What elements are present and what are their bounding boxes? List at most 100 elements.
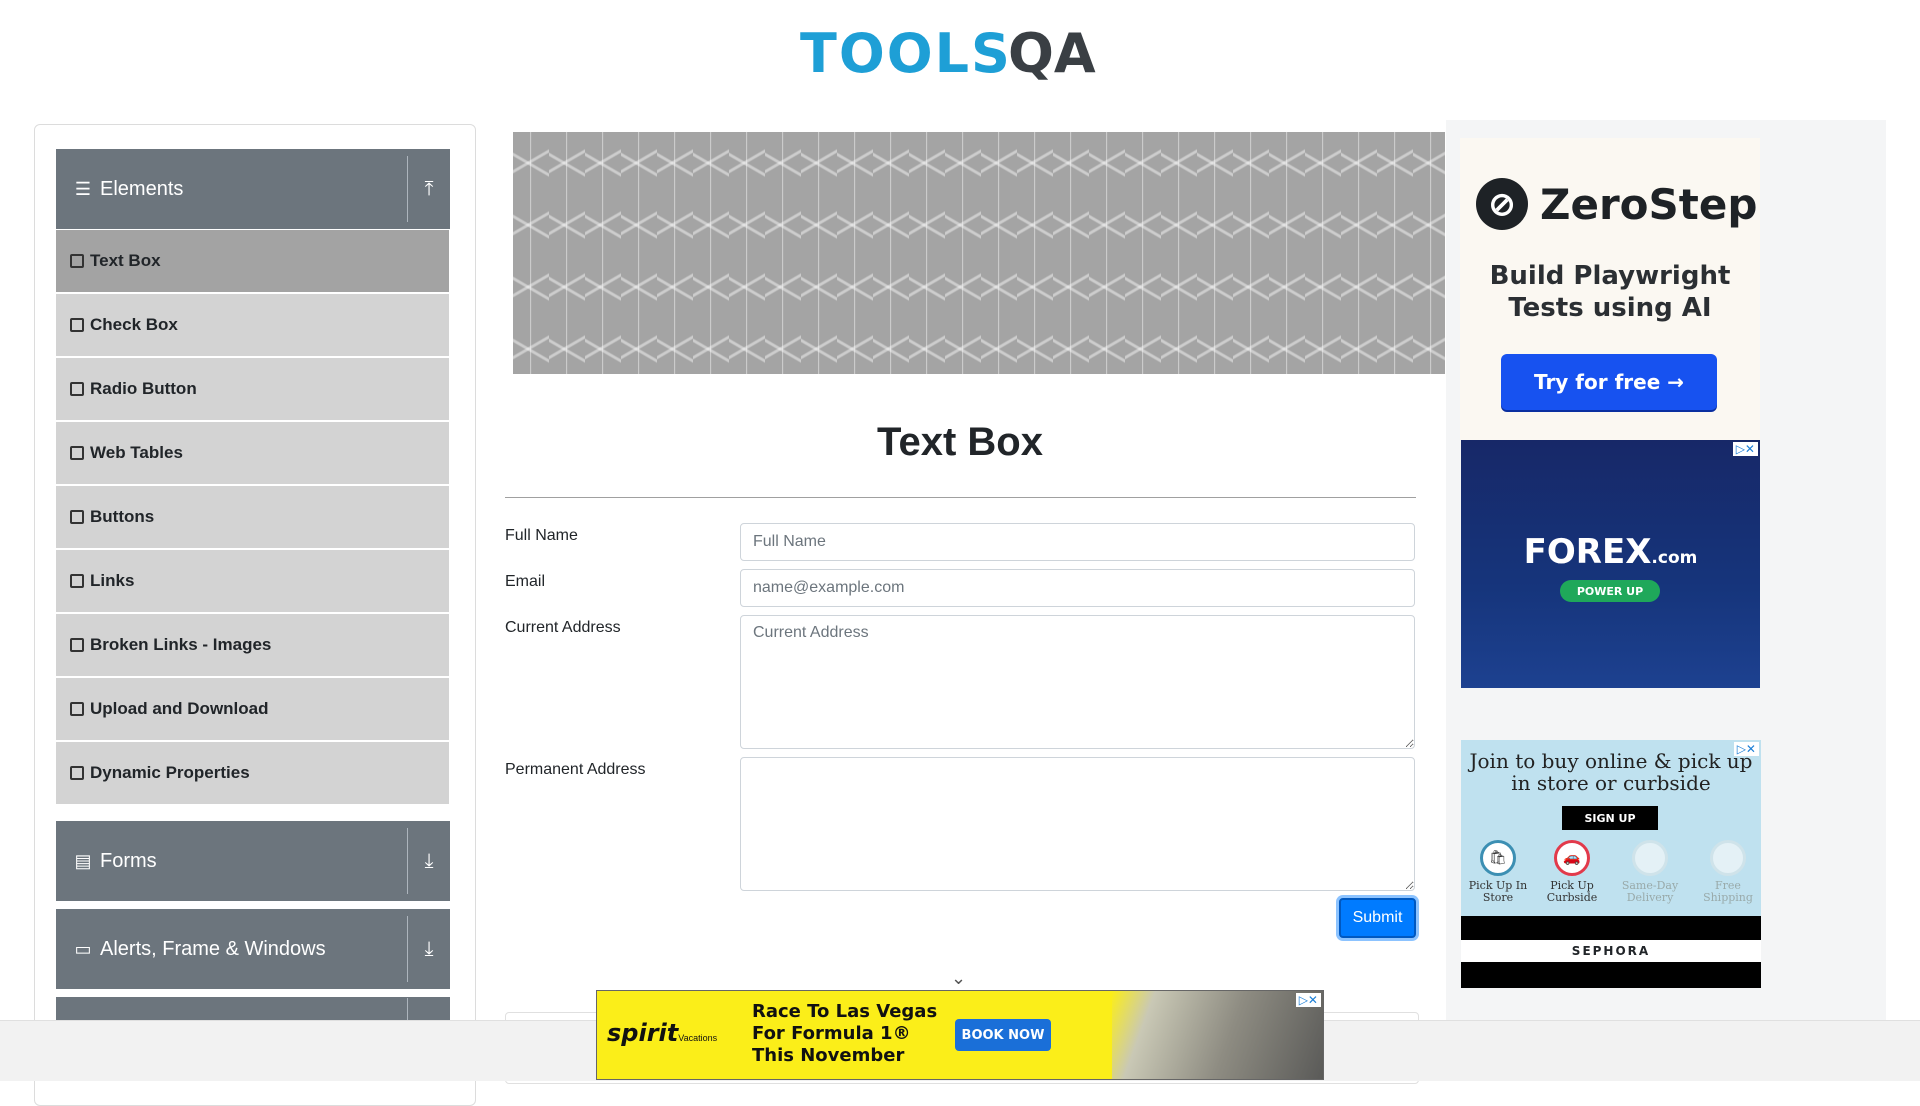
sidebar-item-radio-button[interactable]: Radio Button xyxy=(56,358,449,420)
doc-icon xyxy=(70,446,84,460)
sidebar-item-label: Text Box xyxy=(90,251,161,270)
zerostep-line-2: Tests using AI xyxy=(1508,293,1712,323)
arrow-down-icon[interactable]: ⤓ xyxy=(408,850,450,873)
logo-text-qa: QA xyxy=(1008,22,1096,85)
sidebar-item-links[interactable]: Links xyxy=(56,550,449,612)
current-address-label: Current Address xyxy=(505,619,621,636)
pickup-curbside-option: 🚗 Pick Up Curbside xyxy=(1539,840,1605,904)
black-bar xyxy=(1461,962,1761,988)
phone-icon xyxy=(1632,840,1668,876)
document-icon: ▤ xyxy=(74,850,92,871)
email-input[interactable] xyxy=(740,569,1415,607)
ad-forex[interactable]: ▷✕ FOREX.com POWER UP xyxy=(1461,440,1760,688)
sign-up-button[interactable]: SIGN UP xyxy=(1562,806,1658,830)
doc-icon xyxy=(70,254,84,268)
race-photo xyxy=(1112,991,1323,1079)
full-name-label: Full Name xyxy=(505,527,578,544)
permanent-address-label: Permanent Address xyxy=(505,761,646,778)
sidebar-item-dynamic-properties[interactable]: Dynamic Properties xyxy=(56,742,449,804)
free-shipping-option: Free Shipping xyxy=(1695,840,1761,904)
email-label: Email xyxy=(505,573,546,590)
sidebar-item-label: Dynamic Properties xyxy=(90,763,250,782)
sidebar-group-forms[interactable]: ▤ Forms ⤓ xyxy=(56,821,450,901)
sidebar-group-label: Alerts, Frame & Windows xyxy=(100,937,326,960)
option-label: Pick Up Curbside xyxy=(1546,879,1598,904)
forex-brand: FOREX xyxy=(1523,532,1652,572)
spirit-brand: spirit xyxy=(607,1019,679,1047)
truck-icon xyxy=(1710,840,1746,876)
sidebar-item-upload-download[interactable]: Upload and Download xyxy=(56,678,449,740)
spirit-headline: Race To Las Vegas For Formula 1® This No… xyxy=(752,1001,937,1067)
sephora-brand: SEPHORA xyxy=(1461,940,1761,962)
permanent-address-textarea[interactable] xyxy=(740,757,1415,891)
hero-banner xyxy=(513,132,1445,374)
sidebar-item-check-box[interactable]: Check Box xyxy=(56,294,449,356)
sidebar-item-broken-links[interactable]: Broken Links - Images xyxy=(56,614,449,676)
spirit-line-3: This November xyxy=(752,1045,905,1066)
arrow-down-icon[interactable]: ⤓ xyxy=(408,938,450,961)
ad-sephora[interactable]: ▷✕ Join to buy online & pick up in store… xyxy=(1461,740,1761,988)
car-icon: 🚗 xyxy=(1554,840,1590,876)
zerostep-brand: ZeroStep xyxy=(1540,179,1758,229)
same-day-option: Same-Day Delivery xyxy=(1617,840,1683,904)
sidebar-item-label: Upload and Download xyxy=(90,699,269,718)
sidebar-item-text-box[interactable]: Text Box xyxy=(56,230,449,292)
sidebar-item-label: Broken Links - Images xyxy=(90,635,272,654)
sidebar-item-buttons[interactable]: Buttons xyxy=(56,486,449,548)
sidebar-item-label: Check Box xyxy=(90,315,178,334)
forex-brand-suffix: .com xyxy=(1651,548,1698,568)
ad-spirit[interactable]: spiritVacations Race To Las Vegas For Fo… xyxy=(596,990,1324,1080)
chevron-down-icon[interactable]: ⌄ xyxy=(951,968,966,989)
pickup-store-option: 🛍 Pick Up In Store xyxy=(1465,840,1531,904)
sidebar-group-label: Elements xyxy=(100,177,184,200)
current-address-textarea[interactable] xyxy=(740,615,1415,749)
sidebar-item-label: Links xyxy=(90,571,135,590)
option-label: Free Shipping xyxy=(1703,879,1753,904)
sidebar-item-label: Buttons xyxy=(90,507,155,526)
doc-icon xyxy=(70,510,84,524)
spirit-line-1: Race To Las Vegas xyxy=(752,1001,938,1022)
zerostep-line-1: Build Playwright xyxy=(1489,261,1731,291)
sephora-line-2: in store or curbside xyxy=(1511,771,1711,795)
sephora-line-1: Join to buy online & pick up xyxy=(1469,749,1753,773)
ad-close-icon[interactable]: ▷✕ xyxy=(1295,993,1321,1007)
divider xyxy=(505,497,1416,498)
ad-close-icon[interactable]: ▷✕ xyxy=(1732,442,1758,456)
forex-logo: FOREX.com xyxy=(1461,532,1760,572)
hamburger-icon: ☰ xyxy=(74,178,92,199)
sidebar-item-label: Web Tables xyxy=(90,443,183,462)
spirit-logo: spiritVacations xyxy=(607,1019,717,1047)
toolsqa-logo[interactable]: TOOLS QA xyxy=(800,14,1130,94)
doc-icon xyxy=(70,382,84,396)
window-icon: ▭ xyxy=(74,938,92,959)
full-name-input[interactable] xyxy=(740,523,1415,561)
ad-zerostep[interactable]: ⊘ ZeroStep Build Playwright Tests using … xyxy=(1460,138,1760,440)
option-label: Same-Day Delivery xyxy=(1621,879,1679,904)
spirit-line-2: For Formula 1® xyxy=(752,1023,911,1044)
logo-text-tools: TOOLS xyxy=(800,22,1012,85)
submit-button[interactable]: Submit xyxy=(1339,898,1416,938)
doc-icon xyxy=(70,702,84,716)
zerostep-headline: Build Playwright Tests using AI xyxy=(1460,260,1760,324)
doc-icon xyxy=(70,574,84,588)
spirit-brand-sub: Vacations xyxy=(678,1033,718,1043)
try-for-free-button[interactable]: Try for free → xyxy=(1501,354,1717,410)
doc-icon xyxy=(70,766,84,780)
arrow-up-icon[interactable]: ⤒ xyxy=(408,178,450,201)
option-label: Pick Up In Store xyxy=(1468,879,1528,904)
sidebar-group-elements[interactable]: ☰ Elements ⤒ xyxy=(56,149,450,229)
zerostep-logo: ⊘ ZeroStep xyxy=(1476,178,1757,230)
page-title: Text Box xyxy=(877,420,1043,464)
doc-icon xyxy=(70,638,84,652)
sidebar-item-label: Radio Button xyxy=(90,379,197,398)
black-bar xyxy=(1461,916,1761,940)
sidebar-group-alerts[interactable]: ▭ Alerts, Frame & Windows ⤓ xyxy=(56,909,450,989)
power-up-button[interactable]: POWER UP xyxy=(1560,580,1660,602)
sephora-headline: Join to buy online & pick up in store or… xyxy=(1461,750,1761,794)
sidebar-group-label: Forms xyxy=(100,849,157,872)
sidebar-item-web-tables[interactable]: Web Tables xyxy=(56,422,449,484)
doc-icon xyxy=(70,318,84,332)
zerostep-logo-icon: ⊘ xyxy=(1476,178,1528,230)
store-bag-icon: 🛍 xyxy=(1480,840,1516,876)
book-now-button[interactable]: BOOK NOW xyxy=(955,1019,1051,1051)
